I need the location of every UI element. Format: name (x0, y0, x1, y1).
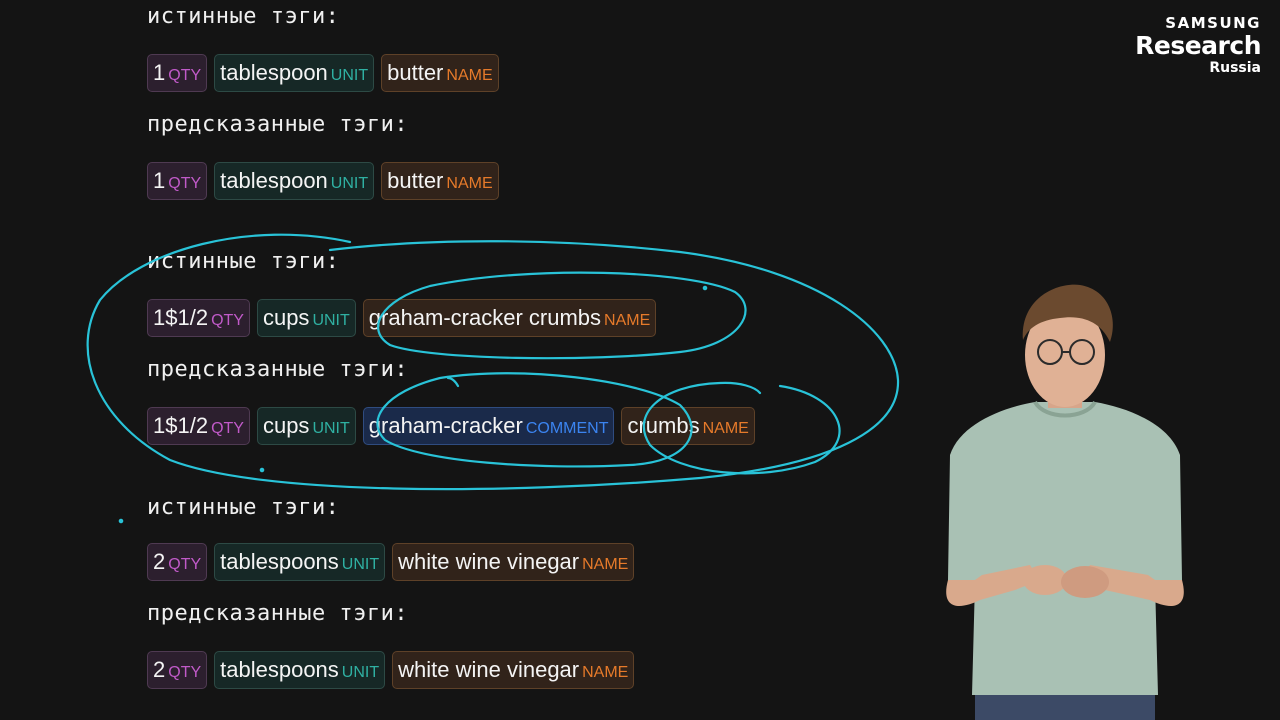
annotation-dot (259, 467, 265, 473)
chip-tag-label: QTY (211, 312, 244, 329)
chip-word: tablespoon (220, 60, 328, 85)
chip-tag-label: NAME (702, 420, 749, 437)
tag-chip-qty: 2 QTY (147, 651, 208, 689)
predicted-tags-heading: предсказанные тэги: (147, 357, 409, 382)
chip-word: white wine vinegar (398, 657, 580, 682)
predicted-tags-heading: предсказанные тэги: (147, 601, 409, 626)
tag-chip-name: graham-cracker crumbs NAME (362, 299, 657, 337)
predicted-tags-row: 1 QTY tablespoon UNIT butter NAME (147, 162, 499, 200)
chip-word: butter (387, 168, 444, 193)
true-tags-heading: истинные тэги: (147, 495, 340, 520)
chip-tag-label: QTY (168, 175, 202, 192)
tag-chip-unit: tablespoon UNIT (214, 162, 375, 200)
logo-brand: SAMSUNG (1165, 14, 1261, 32)
chip-word: 1 (153, 60, 166, 85)
chip-tag-label: QTY (168, 556, 202, 573)
chip-word: tablespoons (220, 549, 339, 574)
annotation-tick (446, 376, 460, 388)
chip-tag-label: UNIT (312, 312, 350, 329)
chip-tag-label: QTY (168, 67, 202, 84)
chip-word: butter (387, 60, 444, 85)
chip-word: graham-cracker crumbs (368, 305, 602, 330)
predicted-tags-heading: предсказанные тэги: (147, 112, 409, 137)
tag-chip-unit: tablespoon UNIT (214, 54, 375, 92)
logo-research: Research (1135, 31, 1261, 60)
chip-tag-label: NAME (582, 556, 629, 573)
annotation-dot (702, 285, 708, 291)
tag-chip-qty: 1 QTY (147, 54, 208, 92)
chip-tag-label: NAME (446, 67, 493, 84)
chip-tag-label: QTY (168, 664, 202, 681)
chip-tag-label: UNIT (341, 556, 380, 573)
chip-word: 2 (153, 657, 166, 682)
predicted-tags-row: 1$1/2 QTY cups UNIT graham-cracker COMMENT … (147, 407, 755, 445)
tag-chip-name: crumbs NAME (621, 407, 755, 445)
tag-chip-qty: 1 QTY (147, 162, 208, 200)
tag-chip-name: white wine vinegar NAME (392, 651, 635, 689)
chip-word: 1$1/2 (153, 305, 209, 330)
chip-tag-label: UNIT (312, 420, 350, 437)
chip-word: 1$1/2 (153, 413, 209, 438)
tag-chip-qty: 1$1/2 QTY (147, 299, 250, 337)
tag-chip-name: butter NAME (381, 54, 499, 92)
chip-word: cups (262, 305, 310, 330)
chip-tag-label: NAME (446, 175, 493, 192)
true-tags-row: 2 QTY tablespoons UNIT white wine vinegar N… (147, 543, 635, 581)
true-tags-heading: истинные тэги: (147, 249, 340, 274)
chip-word: 1 (153, 168, 166, 193)
logo-region: Russia (1209, 60, 1261, 76)
chip-word: crumbs (627, 413, 700, 438)
tag-chip-unit: cups UNIT (256, 407, 356, 445)
chip-word: cups (262, 413, 310, 438)
tag-chip-comment: graham-cracker COMMENT (362, 407, 615, 445)
chip-tag-label: UNIT (341, 664, 380, 681)
true-tags-heading: истинные тэги: (147, 4, 340, 29)
chip-word: white wine vinegar (398, 549, 580, 574)
chip-tag-label: UNIT (330, 67, 369, 84)
chip-word: tablespoon (220, 168, 328, 193)
tag-chip-name: white wine vinegar NAME (392, 543, 635, 581)
tag-chip-qty: 2 QTY (147, 543, 208, 581)
chip-word: graham-cracker (368, 413, 523, 438)
slide: истинные тэги: 1 QTY tablespoon UNIT butte… (0, 0, 1280, 720)
annotation-dot (118, 518, 124, 524)
true-tags-row: 1 QTY tablespoon UNIT butter NAME (147, 54, 499, 92)
true-tags-row: 1$1/2 QTY cups UNIT graham-cracker crumbs N… (147, 299, 657, 337)
chip-tag-label: COMMENT (525, 420, 609, 437)
chip-word: tablespoons (220, 657, 339, 682)
tag-chip-unit: tablespoons UNIT (214, 651, 386, 689)
chip-tag-label: NAME (604, 312, 651, 329)
tag-chip-name: butter NAME (381, 162, 499, 200)
tag-chip-qty: 1$1/2 QTY (147, 407, 250, 445)
chip-tag-label: NAME (582, 664, 629, 681)
tag-chip-unit: tablespoons UNIT (214, 543, 386, 581)
chip-tag-label: UNIT (330, 175, 369, 192)
presenter-image (946, 284, 1184, 720)
chip-word: 2 (153, 549, 166, 574)
tag-chip-unit: cups UNIT (256, 299, 356, 337)
samsung-research-logo: SAMSUNG Research Russia (1135, 14, 1261, 76)
chip-tag-label: QTY (211, 420, 244, 437)
predicted-tags-row: 2 QTY tablespoons UNIT white wine vinegar N… (147, 651, 635, 689)
